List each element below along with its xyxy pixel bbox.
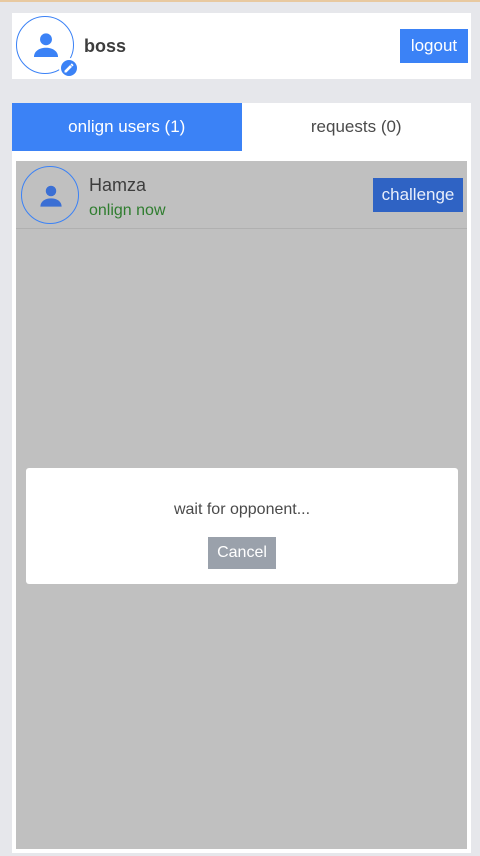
tab-online-users[interactable]: onlign users (1) <box>12 103 242 151</box>
person-icon <box>40 185 62 207</box>
user-name: Hamza <box>89 175 147 195</box>
username: boss <box>84 36 127 56</box>
cancel-button[interactable]: Cancel <box>208 537 276 569</box>
edit-profile-button[interactable] <box>59 58 79 78</box>
person-icon <box>33 33 59 58</box>
tab-bar: onlign users (1) requests (0) <box>12 103 471 151</box>
challenge-button[interactable]: challenge <box>373 178 463 212</box>
waiting-dialog: wait for opponent... Cancel <box>26 468 458 584</box>
tab-requests[interactable]: requests (0) <box>241 103 471 151</box>
header: boss logout <box>12 13 471 79</box>
profile-avatar[interactable] <box>16 16 79 78</box>
waiting-message: wait for opponent... <box>173 501 311 518</box>
list-item: Hamza onlign now challenge <box>16 161 467 229</box>
top-border <box>0 0 480 2</box>
user-avatar <box>21 166 79 224</box>
logout-button[interactable]: logout <box>400 29 468 63</box>
pencil-icon <box>64 63 74 73</box>
user-status: onlign now <box>89 202 166 219</box>
